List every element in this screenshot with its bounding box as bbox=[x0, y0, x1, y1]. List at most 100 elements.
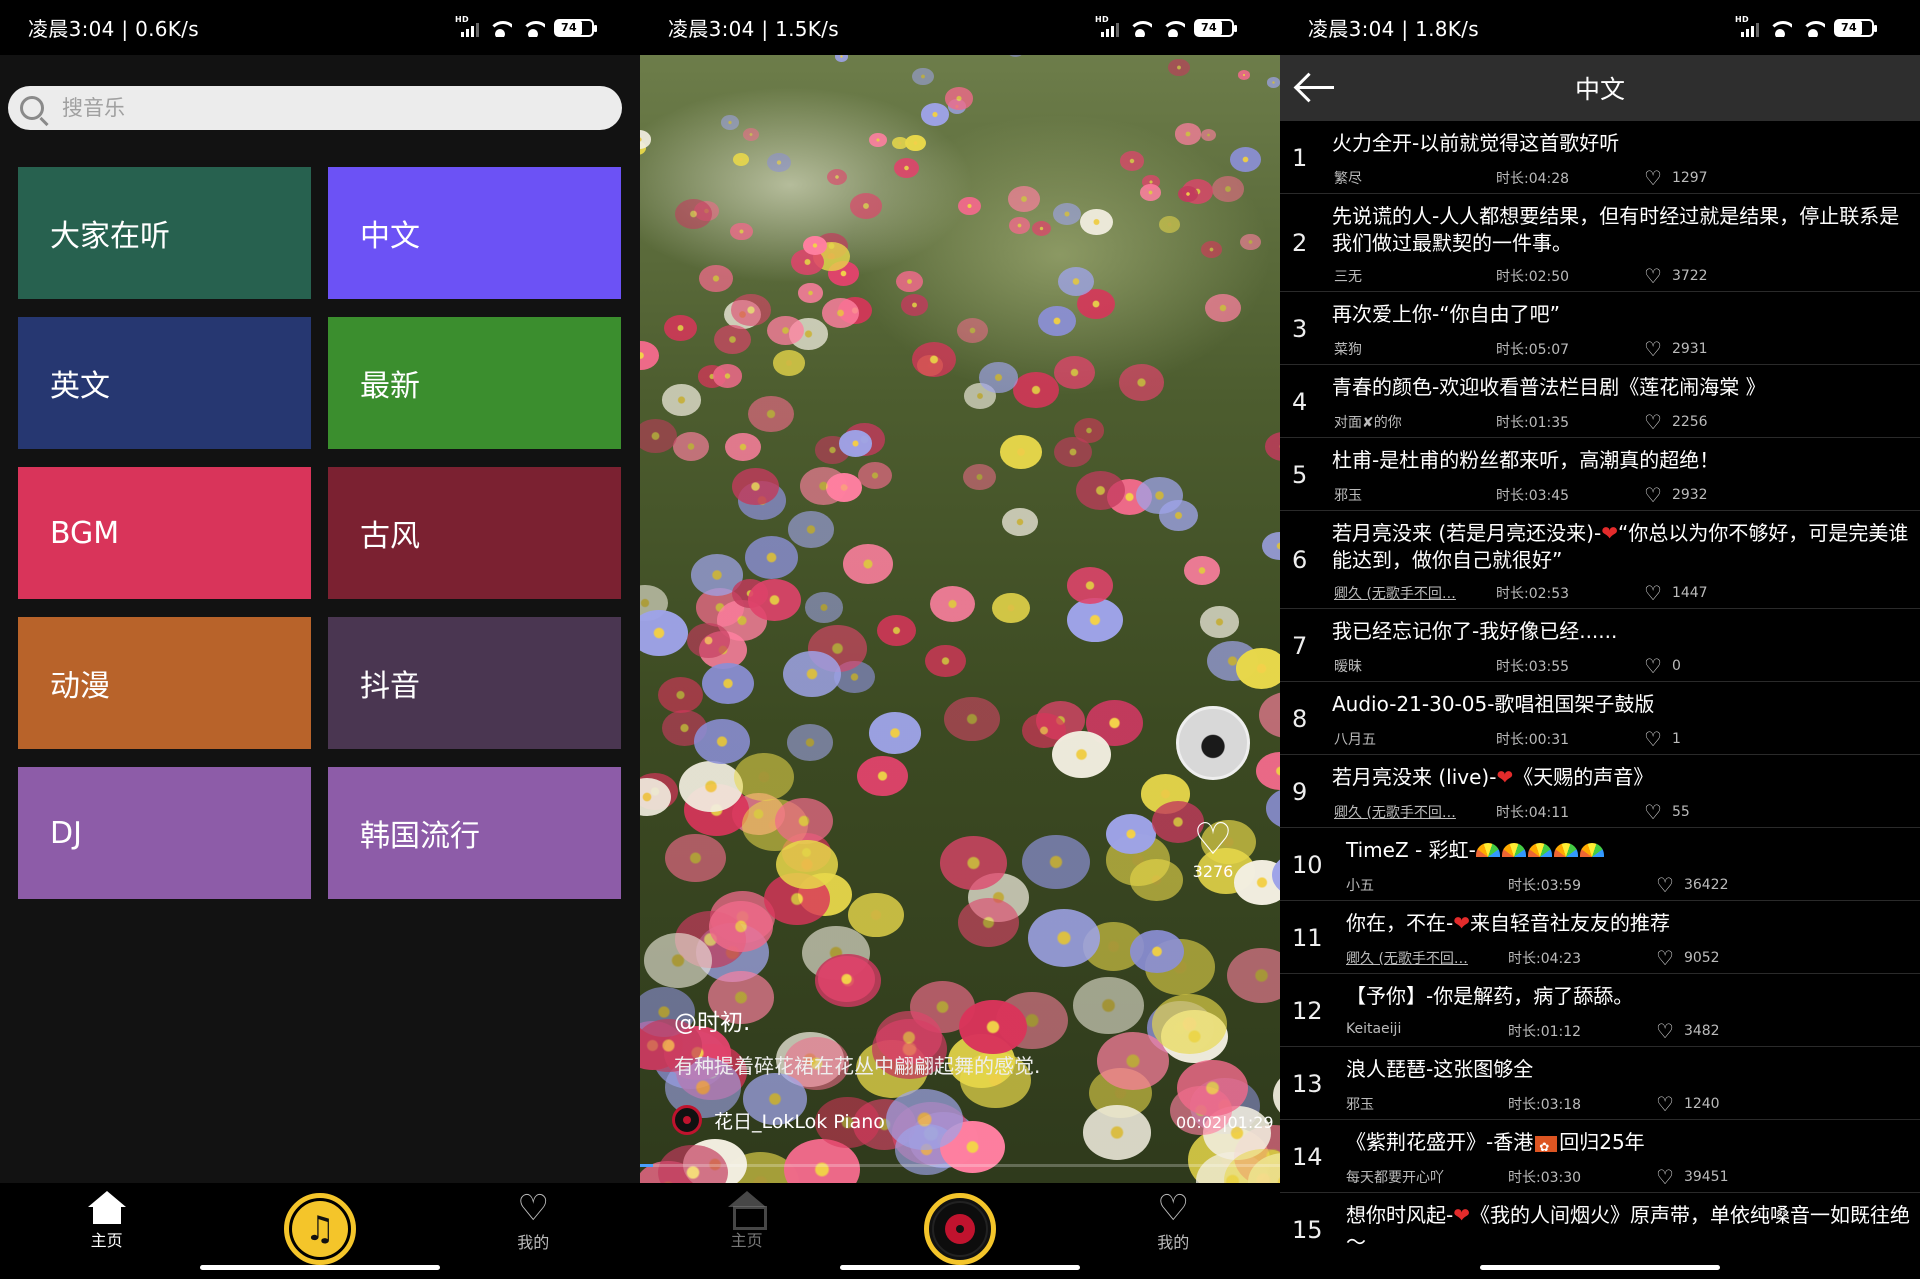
vinyl-record-icon bbox=[931, 1201, 988, 1257]
music-info[interactable]: 花日_LokLok Piano bbox=[672, 1105, 885, 1135]
flower-blossom bbox=[732, 152, 749, 166]
flower-blossom bbox=[945, 87, 974, 110]
flower-blossom bbox=[1239, 233, 1261, 251]
song-like-button[interactable]: ♡ 9052 bbox=[1656, 948, 1720, 968]
flower-blossom bbox=[783, 650, 842, 697]
song-row[interactable]: 5 杜甫-是杜甫的粉丝都来听，高潮真的超绝！ 邪玉 时长:03:45 ♡ 2932 bbox=[1280, 438, 1920, 511]
flower-blossom bbox=[640, 340, 659, 370]
category-tile[interactable]: 抖音 bbox=[328, 617, 621, 749]
nav-home[interactable]: 主页 bbox=[687, 1191, 807, 1251]
gesture-bar[interactable] bbox=[1480, 1265, 1720, 1270]
flower-blossom bbox=[1073, 977, 1145, 1034]
song-like-button[interactable]: ♡ 55 bbox=[1644, 802, 1690, 822]
author-avatar[interactable] bbox=[1176, 706, 1250, 780]
nav-home[interactable]: 主页 bbox=[47, 1191, 167, 1251]
category-tile[interactable]: DJ bbox=[18, 767, 311, 899]
nav-player[interactable]: ♫ bbox=[260, 1191, 380, 1265]
author-name[interactable]: @时初. bbox=[674, 1003, 750, 1037]
song-duration: 时长:04:28 bbox=[1496, 171, 1570, 187]
category-tile[interactable]: 英文 bbox=[18, 317, 311, 449]
progress-bar[interactable] bbox=[640, 1164, 1280, 1167]
song-like-button[interactable]: ♡ 2931 bbox=[1644, 339, 1708, 359]
song-row[interactable]: 14 《紫荆花盛开》-香港 回归25年每天都要开心吖 时长:03:30 ♡ 39451 bbox=[1280, 1120, 1920, 1193]
song-row[interactable]: 4 青春的颜色-欢迎收看普法栏目剧《莲花闹海棠 》对面✘的你 时长:01:35 ♡ 22… bbox=[1280, 365, 1920, 438]
rainbow-emoji-icon bbox=[1501, 843, 1526, 857]
category-tile[interactable]: BGM bbox=[18, 467, 311, 599]
song-like-button[interactable]: ♡ 1240 bbox=[1656, 1094, 1720, 1114]
heart-icon: ♡ bbox=[1644, 727, 1662, 751]
like-button[interactable]: ♡ 3276 bbox=[1180, 818, 1246, 882]
song-row[interactable]: 8 Audio-21-30-05-歌唱祖国架子鼓版 八月五 时长:00:31 ♡ 1 bbox=[1280, 682, 1920, 755]
flower-blossom bbox=[912, 67, 934, 85]
song-like-button[interactable]: ♡ 36422 bbox=[1656, 875, 1728, 895]
player-button[interactable] bbox=[923, 1193, 996, 1265]
song-number: 7 bbox=[1292, 631, 1308, 660]
song-row[interactable]: 7 我已经忘记你了-我好像已经...... 暧昧 时长:03:55 ♡ 0 bbox=[1280, 609, 1920, 682]
flower-blossom bbox=[772, 349, 806, 376]
flower-blossom bbox=[1008, 186, 1041, 212]
song-like-count: 2256 bbox=[1671, 414, 1708, 430]
flower-blossom bbox=[1158, 215, 1181, 233]
nav-player[interactable] bbox=[900, 1191, 1020, 1265]
song-number: 2 bbox=[1292, 229, 1308, 257]
status-bar: 凌晨3:04 | 1.5K/s HD 74 bbox=[640, 0, 1280, 55]
flower-blossom bbox=[1176, 1059, 1248, 1117]
song-like-button[interactable]: ♡ 1297 bbox=[1644, 168, 1708, 188]
nav-mine[interactable]: ♡ 我的 bbox=[473, 1191, 593, 1253]
song-like-button[interactable]: ♡ 0 bbox=[1644, 656, 1681, 676]
search-bar[interactable] bbox=[8, 86, 622, 130]
flower-blossom bbox=[944, 696, 1000, 741]
flower-blossom bbox=[1130, 859, 1183, 901]
song-row[interactable]: 1 火力全开-以前就觉得这首歌好听 繁尽 时长:04:28 ♡ 1297 bbox=[1280, 121, 1920, 194]
category-tile[interactable]: 中文 bbox=[328, 167, 621, 299]
flower-blossom bbox=[1053, 437, 1092, 468]
song-row[interactable]: 15 想你时风起-❤《我的人间烟火》原声带，单依纯嗓音一如既往绝～ bbox=[1280, 1193, 1920, 1261]
song-row[interactable]: 11 你在，不在-❤来自轻音社友友的推荐 卿久 (无歌手不回… 时长:04:23 ♡ 90… bbox=[1280, 901, 1920, 974]
song-meta: 三无 时长:02:50 ♡ 3722 bbox=[1334, 266, 1914, 286]
wifi-icon-2 bbox=[1801, 19, 1825, 37]
player-button[interactable]: ♫ bbox=[283, 1193, 356, 1265]
category-tile[interactable]: 韩国流行 bbox=[328, 767, 621, 899]
song-like-button[interactable]: ♡ 1 bbox=[1644, 729, 1681, 749]
song-like-count: 1297 bbox=[1671, 170, 1708, 186]
song-like-button[interactable]: ♡ 1447 bbox=[1644, 583, 1708, 603]
song-row[interactable]: 12 【予你】-你是解药，病了舔舔。 Keitaeiji 时长:01:12 ♡ 3482 bbox=[1280, 974, 1920, 1047]
flower-blossom bbox=[699, 264, 733, 292]
song-duration: 时长:03:18 bbox=[1508, 1097, 1582, 1113]
music-title: 花日_LokLok Piano bbox=[714, 1110, 885, 1133]
flower-blossom bbox=[869, 133, 887, 148]
hk-flag-icon bbox=[1535, 1134, 1558, 1161]
song-row[interactable]: 10 TimeZ - 彩虹- 小五 时长:03:59 ♡ 36422 bbox=[1280, 828, 1920, 901]
song-singer: 繁尽 bbox=[1334, 171, 1362, 187]
home-screen: 凌晨3:04 | 0.6K/s HD 74 大家在听中文英文最新BGM古风动漫抖… bbox=[0, 0, 640, 1279]
category-tile[interactable]: 最新 bbox=[328, 317, 621, 449]
song-like-button[interactable]: ♡ 2256 bbox=[1644, 412, 1708, 432]
song-number: 10 bbox=[1292, 850, 1323, 879]
song-like-button[interactable]: ♡ 3722 bbox=[1644, 266, 1708, 286]
song-like-button[interactable]: ♡ 3482 bbox=[1656, 1021, 1720, 1041]
song-like-button[interactable]: ♡ 2932 bbox=[1644, 485, 1708, 505]
category-tile[interactable]: 大家在听 bbox=[18, 167, 311, 299]
category-tile[interactable]: 动漫 bbox=[18, 617, 311, 749]
wifi-icon bbox=[1128, 19, 1152, 37]
song-duration: 时长:03:30 bbox=[1508, 1170, 1582, 1186]
signal-icon: HD bbox=[455, 15, 479, 37]
song-row[interactable]: 9 若月亮没来 (live)-❤《天赐的声音》 卿久 (无歌手不回… 时长:04:11… bbox=[1280, 755, 1920, 828]
song-row[interactable]: 6 若月亮没来 (若是月亮还没来)-❤“你总以为你不够好，可是完美谁能达到，做你自… bbox=[1280, 511, 1920, 609]
song-row[interactable]: 3 再次爱上你-“你自由了吧” 菜狗 时长:05:07 ♡ 2931 bbox=[1280, 292, 1920, 365]
search-input[interactable] bbox=[62, 96, 462, 120]
back-arrow-icon[interactable] bbox=[1294, 71, 1336, 105]
song-like-count: 2931 bbox=[1671, 341, 1708, 357]
category-tile[interactable]: 古风 bbox=[328, 467, 621, 599]
flower-blossom bbox=[708, 900, 774, 952]
song-like-button[interactable]: ♡ 39451 bbox=[1656, 1167, 1728, 1187]
song-title: 先说谎的人-人人都想要结果，但有时经过就是结果，停止联系是我们做过最默契的一件事… bbox=[1332, 204, 1900, 255]
nav-mine[interactable]: ♡ 我的 bbox=[1113, 1191, 1233, 1253]
song-row[interactable]: 13 浪人琵琶-这张图够全 邪玉 时长:03:18 ♡ 1240 bbox=[1280, 1047, 1920, 1120]
gesture-bar[interactable] bbox=[200, 1265, 440, 1270]
flower-blossom bbox=[1057, 266, 1095, 297]
gesture-bar[interactable] bbox=[840, 1265, 1080, 1270]
song-row[interactable]: 2 先说谎的人-人人都想要结果，但有时经过就是结果，停止联系是我们做过最默契的一件… bbox=[1280, 194, 1920, 292]
song-singer: 卿久 (无歌手不回… bbox=[1334, 586, 1456, 602]
flower-blossom bbox=[640, 609, 689, 656]
